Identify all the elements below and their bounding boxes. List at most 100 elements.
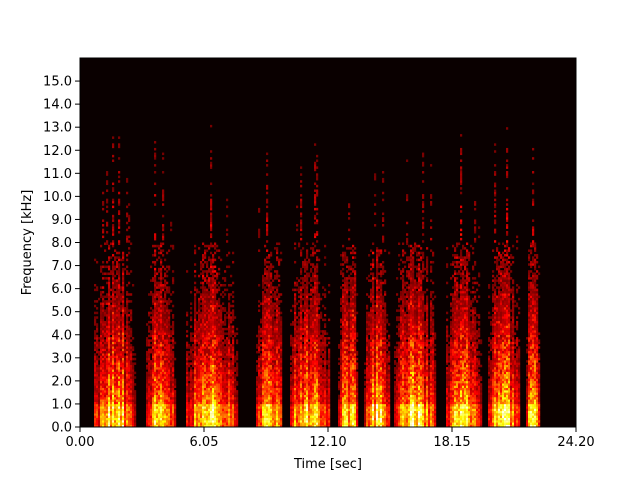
spectrogram-cell: [208, 362, 211, 365]
spectrogram-cell: [112, 260, 115, 264]
spectrogram-cell: [118, 334, 121, 338]
spectrogram-cell: [112, 200, 115, 204]
spectrogram-cell: [200, 415, 203, 418]
spectrogram-cell: [116, 279, 119, 282]
spectrogram-cell: [274, 346, 277, 349]
spectrogram-cell: [174, 394, 177, 398]
spectrogram-cell: [278, 341, 281, 345]
spectrogram-cell: [200, 316, 203, 319]
spectrogram-cell: [172, 380, 175, 384]
spectrogram-cell: [166, 376, 169, 379]
spectrogram-cell: [212, 307, 215, 310]
spectrogram-cell: [212, 309, 215, 312]
spectrogram-cell: [306, 373, 309, 377]
spectrogram-cell: [270, 265, 273, 269]
spectrogram-cell: [156, 339, 159, 342]
spectrogram-cell: [158, 270, 161, 273]
spectrogram-cell: [112, 323, 115, 326]
spectrogram-cell: [112, 136, 115, 139]
spectrogram-cell: [300, 226, 303, 229]
spectrogram-cell: [192, 376, 195, 379]
spectrogram-cell: [260, 397, 263, 400]
spectrogram-cell: [114, 330, 117, 333]
spectrogram-cell: [200, 334, 203, 338]
spectrogram-cell: [96, 410, 99, 414]
spectrogram-cell: [214, 399, 217, 402]
spectrogram-cell: [230, 348, 233, 352]
spectrogram-cell: [202, 325, 205, 329]
spectrogram-cell: [110, 401, 113, 405]
spectrogram-cell: [294, 362, 297, 365]
spectrogram-cell: [210, 219, 213, 222]
spectrogram-cell: [230, 364, 233, 368]
spectrogram-cell: [204, 406, 207, 409]
spectrogram-cell: [262, 277, 265, 280]
spectrogram-cell: [266, 214, 269, 218]
spectrogram-cell: [116, 367, 119, 370]
spectrogram-cell: [222, 406, 225, 409]
spectrogram-cell: [278, 300, 281, 303]
spectrogram-cell: [208, 327, 211, 331]
spectrogram-cell: [118, 290, 121, 294]
spectrogram-cell: [148, 320, 151, 324]
spectrogram-cell: [308, 406, 311, 409]
spectrogram-cell: [202, 297, 205, 301]
spectrogram-cell: [112, 410, 115, 414]
spectrogram-cell: [112, 369, 115, 372]
spectrogram-cell: [230, 369, 233, 372]
spectrogram-cell: [234, 397, 237, 400]
spectrogram-cell: [308, 408, 311, 412]
spectrogram-cell: [280, 350, 283, 354]
spectrogram-cell: [206, 373, 209, 377]
spectrogram-cell: [214, 284, 217, 287]
spectrogram-cell: [170, 392, 173, 395]
spectrogram-cell: [108, 343, 111, 347]
spectrogram-cell: [154, 274, 157, 278]
spectrogram-cell: [232, 367, 235, 370]
spectrogram-cell: [106, 408, 109, 412]
spectrogram-cell: [148, 401, 151, 405]
spectrogram-cell: [230, 327, 233, 331]
spectrogram-cell: [258, 309, 261, 312]
spectrogram-cell: [156, 376, 159, 379]
spectrogram-cell: [164, 343, 167, 347]
spectrogram-cell: [272, 355, 275, 359]
spectrogram-cell: [132, 403, 135, 407]
spectrogram-cell: [280, 348, 283, 352]
spectrogram-cell: [218, 406, 221, 409]
spectrogram-cell: [118, 357, 121, 361]
spectrogram-cell: [194, 383, 197, 386]
spectrogram-cell: [156, 401, 159, 405]
spectrogram-cell: [100, 385, 103, 388]
spectrogram-cell: [258, 362, 261, 365]
spectrogram-cell: [126, 302, 129, 305]
spectrogram-cell: [230, 293, 233, 296]
spectrogram-cell: [198, 378, 201, 382]
spectrogram-cell: [204, 413, 207, 416]
spectrogram-cell: [276, 415, 279, 418]
spectrogram-cell: [226, 337, 229, 340]
spectrogram-cell: [228, 327, 231, 331]
spectrogram-cell: [132, 408, 135, 412]
spectrogram-cell: [274, 320, 277, 324]
spectrogram-cell: [194, 387, 197, 391]
spectrogram-cell: [170, 228, 173, 232]
spectrogram-cell: [226, 367, 229, 370]
spectrogram-cell: [126, 318, 129, 322]
spectrogram-cell: [308, 390, 311, 393]
spectrogram-cell: [276, 343, 279, 347]
spectrogram-cell: [278, 313, 281, 317]
spectrogram-cell: [230, 408, 233, 412]
spectrogram-cell: [198, 307, 201, 310]
spectrogram-cell: [124, 383, 127, 386]
spectrogram-cell: [218, 420, 221, 423]
spectrogram-cell: [228, 413, 231, 416]
spectrogram-cell: [94, 364, 97, 368]
spectrogram-cell: [120, 320, 123, 324]
spectrogram-cell: [122, 304, 125, 308]
spectrogram-cell: [296, 413, 299, 416]
spectrogram-cell: [304, 343, 307, 347]
spectrogram-cell: [128, 214, 131, 218]
spectrogram-cell: [110, 403, 113, 407]
spectrogram-cell: [228, 284, 231, 287]
